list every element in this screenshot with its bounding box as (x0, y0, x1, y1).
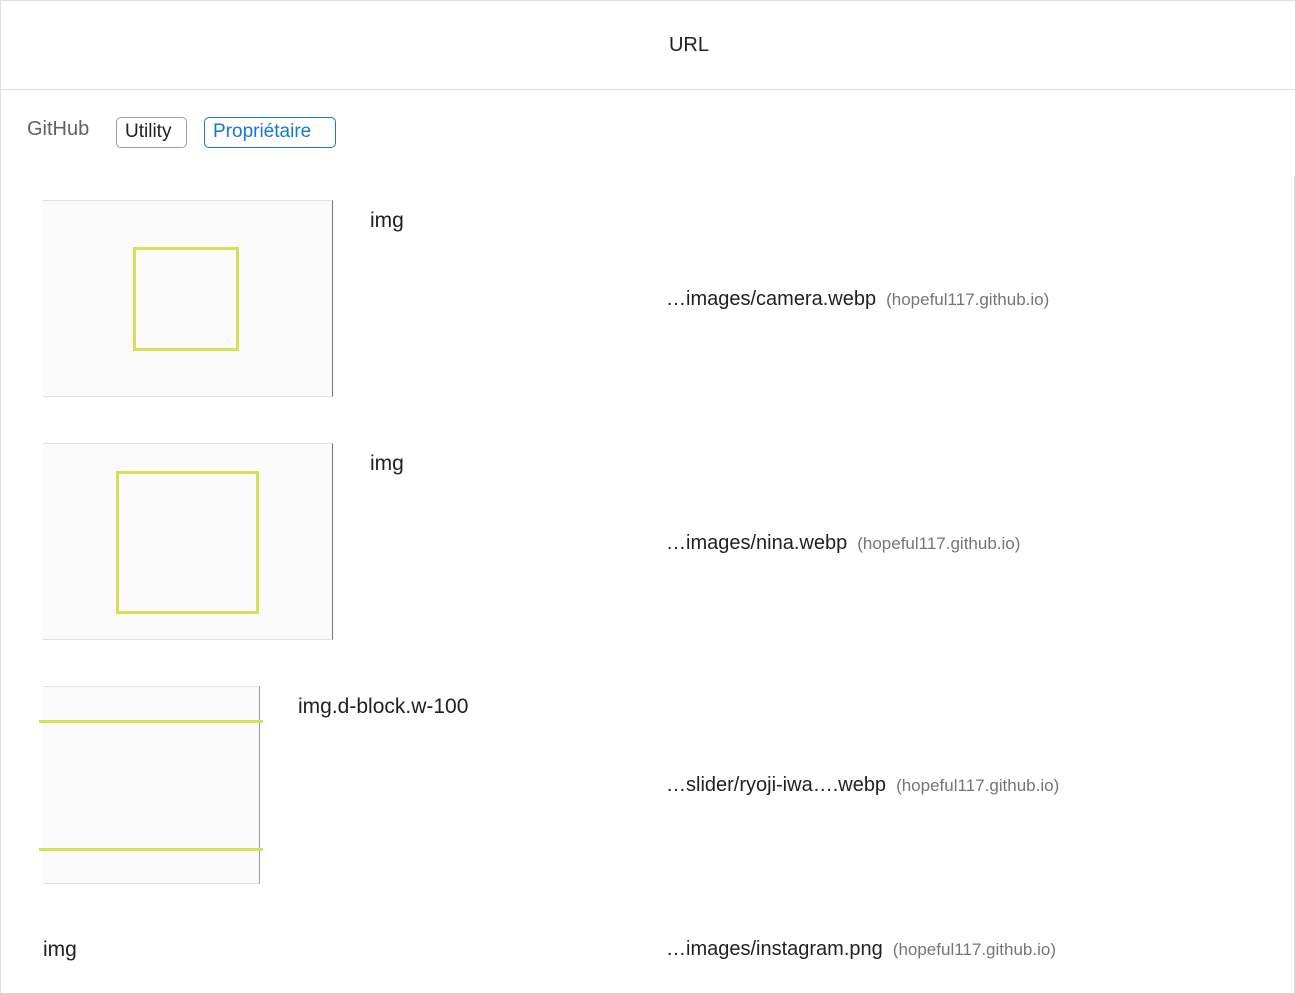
node-selector-label: img (370, 209, 404, 232)
element-highlight-box (39, 720, 263, 851)
element-screenshot-thumbnail (39, 686, 263, 884)
category-badge: Utility (116, 117, 187, 148)
element-screenshot-thumbnail (43, 200, 333, 397)
element-highlight-box (116, 471, 259, 614)
entity-group-row: GitHub Utility Propriétaire (1, 90, 1295, 176)
table-row[interactable]: img …images/instagram.png (hopeful117.git… (1, 930, 1295, 970)
resource-url-text: …images/nina.webp (666, 532, 848, 554)
table-row[interactable]: img …images/nina.webp (hopeful117.github.… (1, 443, 1295, 640)
resource-url[interactable]: …images/camera.webp (hopeful117.github.io… (666, 288, 1049, 311)
resource-url-text: …slider/ryoji-iwa….webp (666, 774, 887, 796)
table-row[interactable]: img.d-block.w-100 …slider/ryoji-iwa….web… (1, 686, 1295, 884)
resource-url[interactable]: …images/nina.webp (hopeful117.github.io) (666, 532, 1020, 555)
entity-name: GitHub (27, 118, 90, 140)
resource-url-text: …images/camera.webp (666, 288, 877, 310)
element-highlight-box (133, 247, 239, 351)
resource-origin: (hopeful117.github.io) (896, 776, 1060, 795)
node-selector-label: img (43, 938, 77, 961)
resource-url[interactable]: …images/instagram.png (hopeful117.github.… (666, 938, 1056, 961)
resource-origin: (hopeful117.github.io) (857, 534, 1021, 553)
resource-origin: (hopeful117.github.io) (886, 290, 1050, 309)
table-header: URL (1, 0, 1295, 90)
third-party-table: URL GitHub Utility Propriétaire img …ima… (0, 0, 1295, 993)
node-selector-label: img (370, 452, 404, 475)
table-row[interactable]: img …images/camera.webp (hopeful117.githu… (1, 200, 1295, 397)
node-selector-label: img.d-block.w-100 (298, 695, 469, 718)
owner-badge: Propriétaire (204, 117, 336, 148)
resource-origin: (hopeful117.github.io) (892, 940, 1056, 959)
url-column-header: URL (668, 33, 709, 56)
resource-url[interactable]: …slider/ryoji-iwa….webp (hopeful117.githu… (666, 774, 1059, 797)
resource-url-text: …images/instagram.png (666, 938, 883, 960)
element-screenshot-thumbnail (43, 443, 333, 640)
